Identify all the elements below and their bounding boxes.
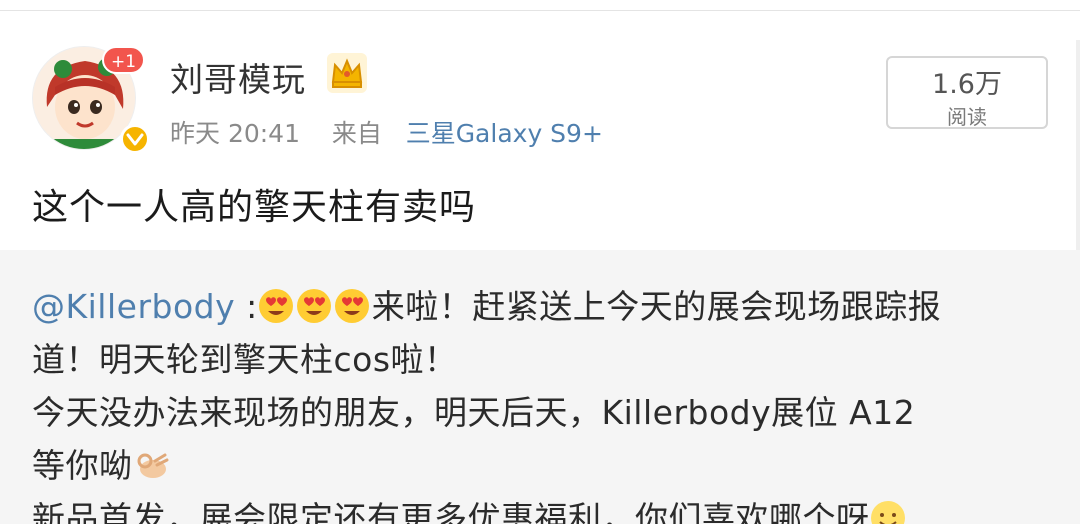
username[interactable]: 刘哥模玩 xyxy=(170,53,306,101)
heart-eyes-emoji xyxy=(258,289,293,323)
post-time: 昨天 20:41 xyxy=(170,119,300,148)
repost-text: @Killerbody : 来啦！赶紧送上今天的展会现场跟踪报 道！明天轮到擎天柱… xyxy=(32,280,1052,524)
repost-container[interactable]: @Killerbody : 来啦！赶紧送上今天的展会现场跟踪报 道！明天轮到擎天柱… xyxy=(0,250,1080,524)
repost-line-3: 今天没办法来现场的朋友，明天后天，Killerbody展位 A12 xyxy=(32,393,916,432)
read-count: 1.6万 xyxy=(932,69,1002,100)
read-label: 阅读 xyxy=(947,105,987,129)
repost-line-5-text: 新品首发，展会限定还有更多优惠福利，你们喜欢哪个呀 xyxy=(32,499,870,524)
weibo-post-card: +1 刘哥模玩 昨天 20:41 来自 三星Galaxy S9+ 1.6万 阅读… xyxy=(0,0,1080,524)
repost-line-4: 等你呦 xyxy=(32,439,1052,492)
post-meta: 昨天 20:41 来自 三星Galaxy S9+ xyxy=(170,114,603,150)
ok-hand-emoji xyxy=(137,453,168,478)
repost-line-4-text: 等你呦 xyxy=(32,446,133,485)
repost-line-2: 道！明天轮到擎天柱cos啦！ xyxy=(32,340,458,379)
post-device-link[interactable]: 三星Galaxy S9+ xyxy=(406,119,603,148)
verified-badge-icon xyxy=(120,124,150,154)
repost-line-1: @Killerbody : 来啦！赶紧送上今天的展会现场跟踪报 xyxy=(32,280,1052,333)
heart-eyes-emoji xyxy=(334,289,369,323)
vip-crown-icon[interactable] xyxy=(326,52,368,94)
read-count-box[interactable]: 1.6万 阅读 xyxy=(886,56,1048,129)
mention-separator: : xyxy=(235,287,258,326)
heart-eyes-emoji xyxy=(296,289,331,323)
post-source-prefix: 来自 xyxy=(331,119,382,148)
post-header: +1 刘哥模玩 昨天 20:41 来自 三星Galaxy S9+ 1.6万 阅读… xyxy=(0,0,1080,250)
repost-line-1-text: 来啦！赶紧送上今天的展会现场跟踪报 xyxy=(371,287,942,326)
avatar-container[interactable]: +1 xyxy=(32,46,150,156)
smile-emoji xyxy=(870,501,905,524)
notification-badge: +1 xyxy=(102,46,146,74)
post-text: 这个一人高的擎天柱有卖吗 xyxy=(32,187,477,228)
top-divider xyxy=(0,10,1080,11)
repost-line-5: 新品首发，展会限定还有更多优惠福利，你们喜欢哪个呀 xyxy=(32,492,1052,524)
mention-link[interactable]: @Killerbody xyxy=(32,287,235,326)
